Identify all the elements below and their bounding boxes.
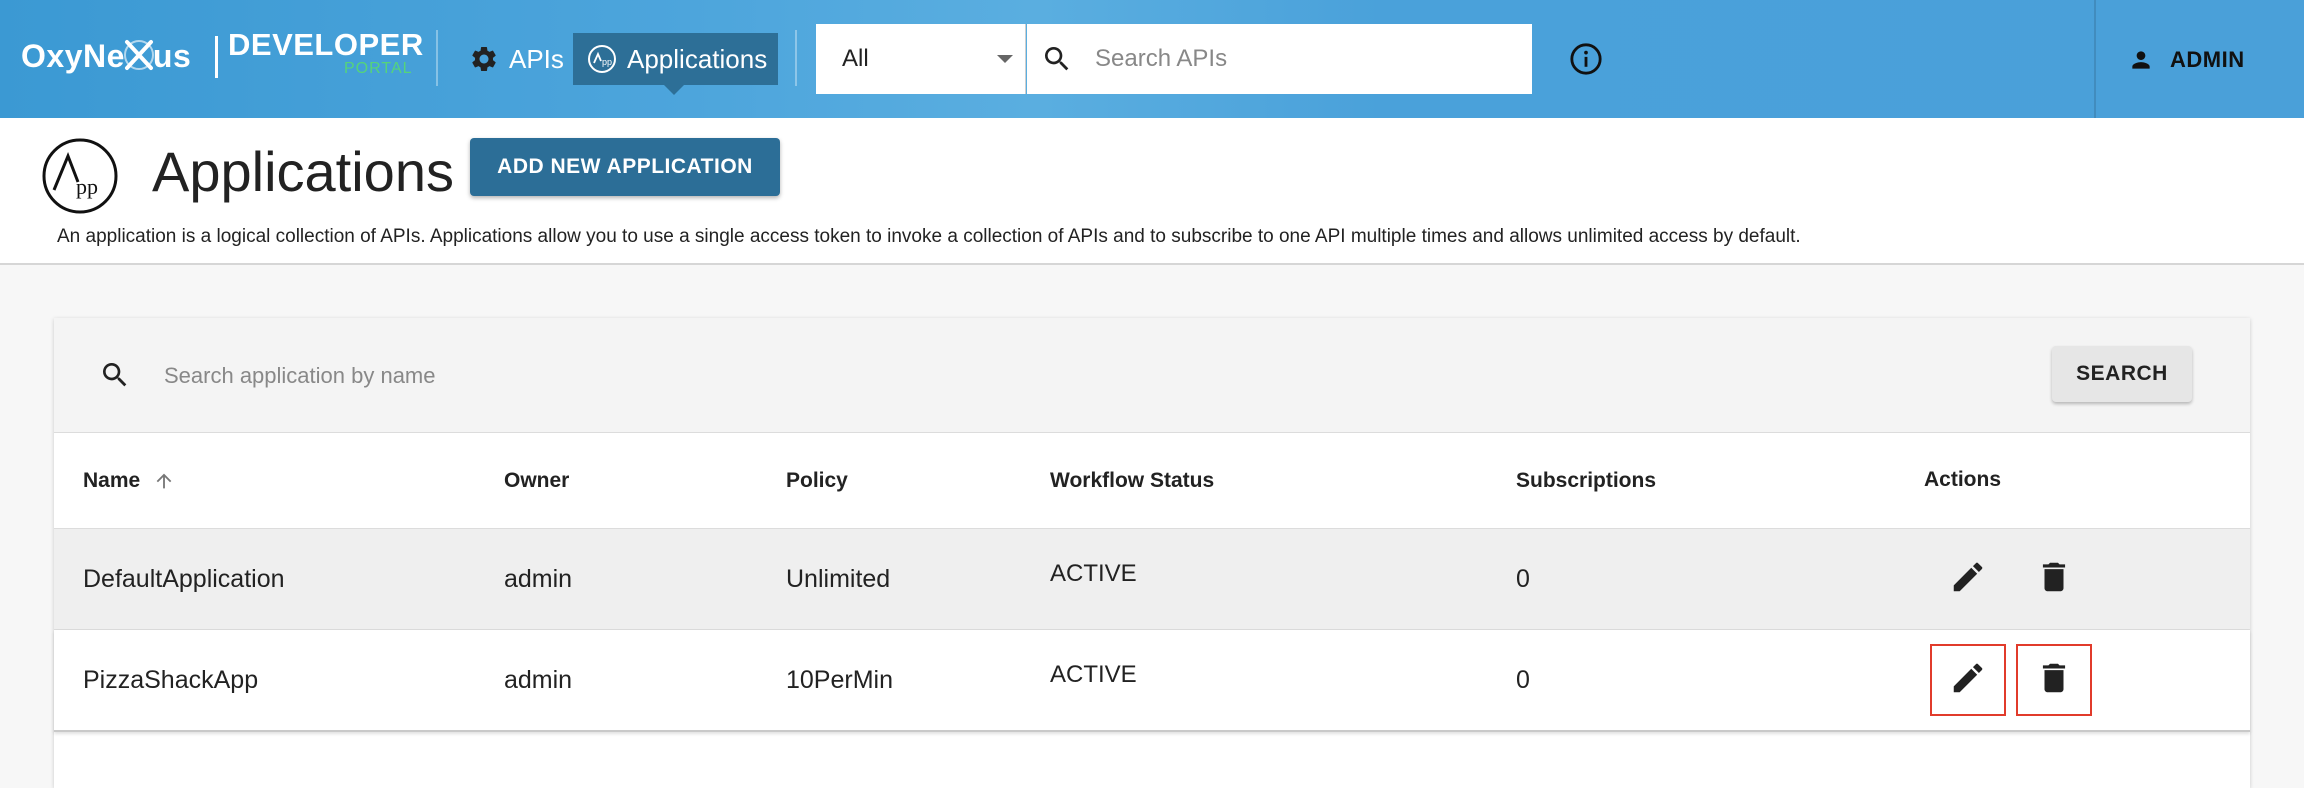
nav-item-applications[interactable]: pp Applications <box>573 33 778 85</box>
svg-text:pp: pp <box>602 57 612 67</box>
info-icon[interactable] <box>1567 40 1605 78</box>
column-header-workflow-status[interactable]: Workflow Status <box>1050 433 1214 528</box>
nav-item-apis[interactable]: APIs <box>455 33 573 85</box>
applications-icon: pp <box>587 43 617 75</box>
page-description: An application is a logical collection o… <box>57 226 1801 247</box>
table-header: Name Owner Policy Workflow Status Subscr… <box>54 433 2250 529</box>
nav-item-applications-label: Applications <box>627 43 768 74</box>
application-owner: admin <box>504 564 573 593</box>
nav-divider <box>436 30 438 86</box>
page-header: pp Applications ADD NEW APPLICATION An a… <box>0 118 2304 265</box>
table-row: PizzaShackApp admin 10PerMin ACTIVE 0 <box>54 630 2250 732</box>
top-navigation-bar: OxyNe us DEVELOPER PORTAL APIs pp Applic… <box>0 0 2304 118</box>
search-icon[interactable] <box>1037 39 1077 79</box>
application-subscriptions: 0 <box>1516 564 1530 593</box>
edit-button[interactable] <box>1930 644 2006 716</box>
developer-logo-text: DEVELOPER <box>228 27 424 62</box>
user-menu-button[interactable]: ADMIN <box>2126 40 2245 80</box>
nav-item-apis-label: APIs <box>509 43 564 74</box>
column-header-name[interactable]: Name <box>83 433 176 528</box>
chevron-down-icon <box>997 55 1013 63</box>
column-header-policy[interactable]: Policy <box>786 433 848 528</box>
api-search-input[interactable] <box>1093 44 1517 74</box>
svg-text:pp: pp <box>76 174 98 199</box>
search-icon <box>96 356 134 394</box>
pencil-icon <box>1949 659 1987 702</box>
application-subscriptions: 0 <box>1516 665 1530 694</box>
column-header-name-label: Name <box>83 468 141 492</box>
api-search-box <box>1027 24 1532 94</box>
brand-logo-text-end: us <box>152 38 192 74</box>
application-owner: admin <box>504 665 573 694</box>
search-scope-select[interactable]: All <box>816 24 1026 94</box>
active-nav-caret <box>664 85 684 95</box>
arrow-up-icon[interactable] <box>152 469 176 493</box>
trash-icon <box>2035 659 2073 702</box>
column-header-subscriptions[interactable]: Subscriptions <box>1516 433 1656 528</box>
user-icon <box>2126 45 2156 75</box>
application-search-bar: SEARCH <box>54 318 2250 433</box>
application-status: ACTIVE <box>1050 661 1137 688</box>
edit-button[interactable] <box>1930 543 2006 615</box>
brand-logo-text-start: OxyNe <box>21 38 125 74</box>
application-status: ACTIVE <box>1050 560 1137 587</box>
search-scope-value: All <box>842 45 869 72</box>
user-name: ADMIN <box>2170 47 2245 72</box>
column-header-owner[interactable]: Owner <box>504 433 569 528</box>
search-button[interactable]: SEARCH <box>2052 346 2192 402</box>
delete-button[interactable] <box>2016 644 2092 716</box>
application-policy: Unlimited <box>786 564 891 593</box>
portal-logo-text: PORTAL <box>344 60 413 77</box>
brand-x-mark-icon <box>123 36 154 76</box>
gear-icon <box>469 43 499 75</box>
trash-icon <box>2035 558 2073 601</box>
application-policy: 10PerMin <box>786 665 893 694</box>
pencil-icon <box>1949 558 1987 601</box>
add-new-application-button[interactable]: ADD NEW APPLICATION <box>470 138 780 196</box>
application-search-input[interactable] <box>162 356 1266 396</box>
application-name[interactable]: DefaultApplication <box>83 529 285 629</box>
user-menu-divider <box>2094 0 2096 118</box>
logo-separator <box>215 36 218 78</box>
nav-divider <box>795 30 797 86</box>
application-name[interactable]: PizzaShackApp <box>83 630 258 730</box>
applications-logo-icon: pp <box>42 138 118 214</box>
table-row: DefaultApplication admin Unlimited ACTIV… <box>54 529 2250 630</box>
column-header-actions: Actions <box>1924 468 2002 491</box>
brand-logo[interactable]: OxyNe us <box>21 36 191 76</box>
delete-button[interactable] <box>2016 543 2092 615</box>
page-title: Applications <box>152 140 454 203</box>
applications-card: SEARCH Name Owner Policy Workflow Status… <box>54 318 2250 788</box>
